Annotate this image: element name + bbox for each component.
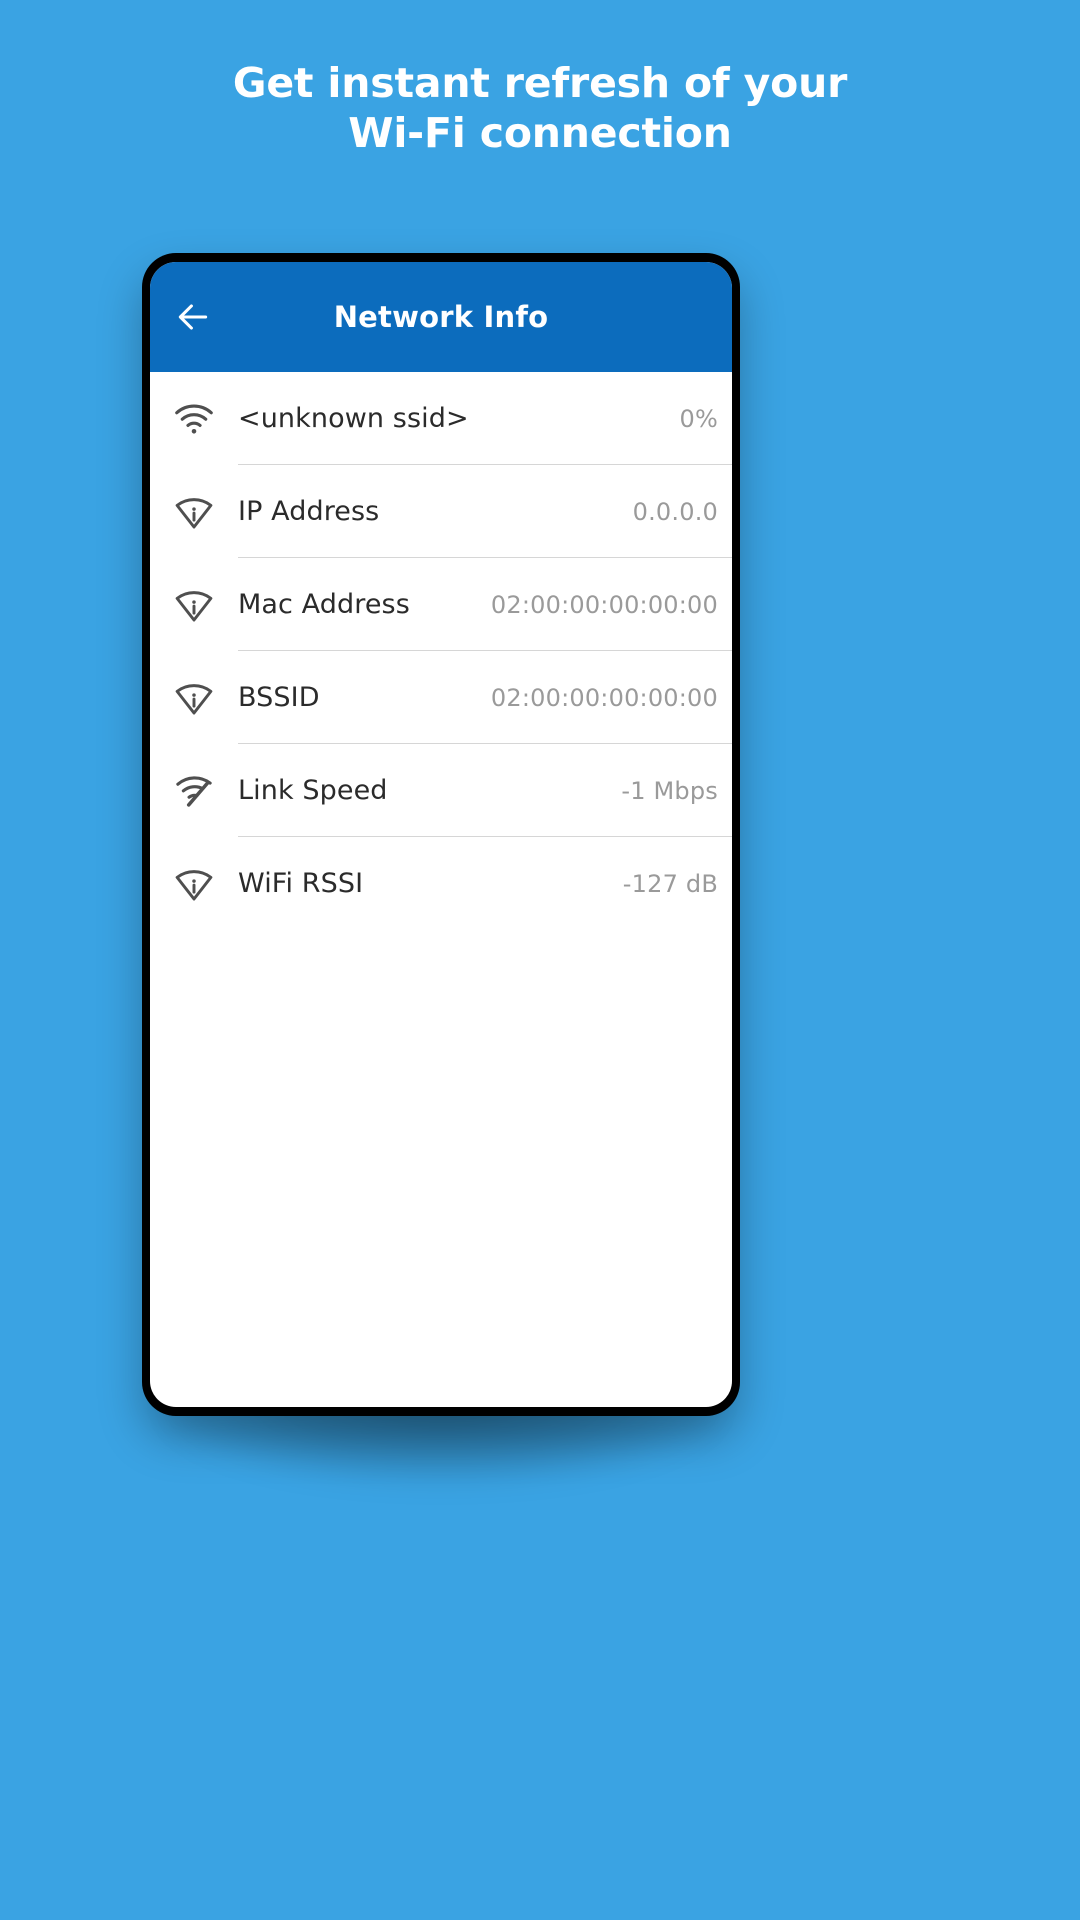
list-item-body: BSSID 02:00:00:00:00:00 xyxy=(238,651,732,744)
list-item[interactable]: Link Speed -1 Mbps xyxy=(150,744,732,837)
list-item-label: WiFi RSSI xyxy=(238,868,364,899)
list-item[interactable]: BSSID 02:00:00:00:00:00 xyxy=(150,651,732,744)
phone-screen: Network Info <unknown ssid> 0% IP Addres… xyxy=(150,262,732,1407)
list-item-label: BSSID xyxy=(238,682,320,713)
list-item-body: Link Speed -1 Mbps xyxy=(238,744,732,837)
list-item[interactable]: WiFi RSSI -127 dB xyxy=(150,837,732,930)
wifi-info-icon xyxy=(150,558,238,651)
wifi-speed-icon xyxy=(150,744,238,837)
network-info-list: <unknown ssid> 0% IP Address 0.0.0.0 Mac… xyxy=(150,372,732,930)
list-item-label: IP Address xyxy=(238,496,380,527)
list-item-value: 0% xyxy=(679,404,718,433)
list-item-value: 02:00:00:00:00:00 xyxy=(490,590,718,619)
list-item-value: -1 Mbps xyxy=(621,776,718,805)
app-bar-title: Network Info xyxy=(333,300,549,334)
list-item[interactable]: <unknown ssid> 0% xyxy=(150,372,732,465)
page-headline: Get instant refresh of your Wi-Fi connec… xyxy=(0,58,1080,158)
headline-line-1: Get instant refresh of your xyxy=(232,59,848,107)
phone-mockup: Network Info <unknown ssid> 0% IP Addres… xyxy=(142,253,740,1416)
wifi-info-icon xyxy=(150,465,238,558)
headline-line-2: Wi-Fi connection xyxy=(348,109,732,157)
list-item[interactable]: Mac Address 02:00:00:00:00:00 xyxy=(150,558,732,651)
list-item-label: Mac Address xyxy=(238,589,410,620)
list-item-value: -127 dB xyxy=(622,869,718,898)
list-item-value: 02:00:00:00:00:00 xyxy=(490,683,718,712)
list-item-label: Link Speed xyxy=(238,775,388,806)
list-item-value: 0.0.0.0 xyxy=(632,497,718,526)
app-bar: Network Info xyxy=(150,262,732,372)
back-button[interactable] xyxy=(150,262,236,372)
wifi-signal-icon xyxy=(150,372,238,465)
wifi-info-icon xyxy=(150,651,238,744)
list-item[interactable]: IP Address 0.0.0.0 xyxy=(150,465,732,558)
list-item-body: WiFi RSSI -127 dB xyxy=(238,837,732,930)
list-item-body: <unknown ssid> 0% xyxy=(238,372,732,465)
list-item-label: <unknown ssid> xyxy=(238,403,469,434)
arrow-left-icon xyxy=(174,298,212,336)
wifi-info-icon xyxy=(150,837,238,930)
list-item-body: IP Address 0.0.0.0 xyxy=(238,465,732,558)
list-item-body: Mac Address 02:00:00:00:00:00 xyxy=(238,558,732,651)
